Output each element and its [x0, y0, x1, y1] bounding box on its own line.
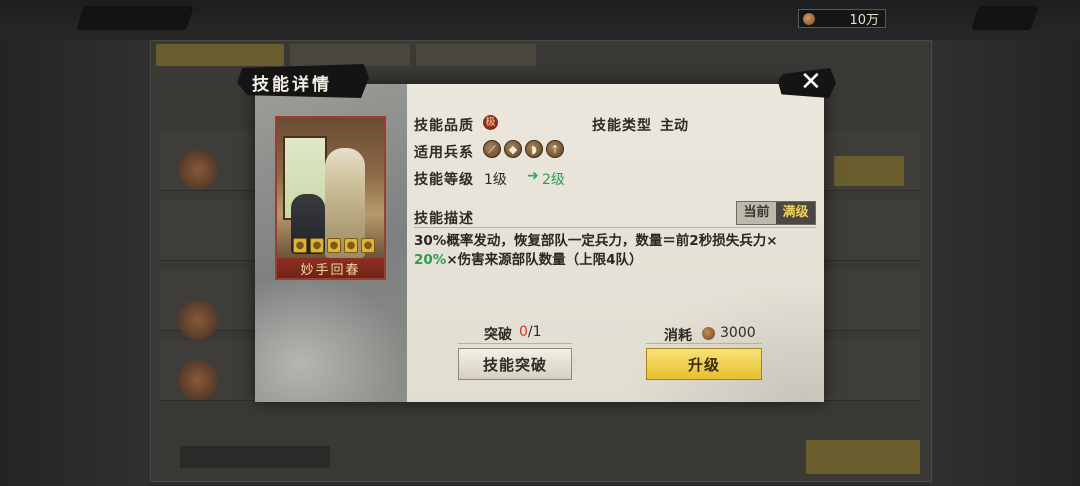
lock-icon: ● — [310, 238, 324, 253]
toggle-max-level[interactable]: 满级 — [776, 202, 815, 224]
breakthrough-underline — [458, 343, 572, 344]
card-illustration — [277, 118, 384, 278]
lock-icon: ● — [344, 238, 358, 253]
skill-breakthrough-button[interactable]: 技能突破 — [458, 348, 572, 380]
troops-label: 适用兵系 — [414, 145, 474, 161]
background-back-button[interactable] — [76, 6, 194, 30]
background-tab[interactable] — [156, 44, 284, 66]
cost-value: 3000 — [720, 325, 756, 341]
toggle-current[interactable]: 当前 — [737, 202, 776, 224]
background-top-right-button[interactable] — [971, 6, 1039, 30]
quality-badge: 极 — [483, 115, 498, 130]
background-tab[interactable] — [416, 44, 536, 66]
background-action-button[interactable] — [806, 440, 920, 474]
mist-decoration — [255, 272, 407, 402]
ink-decoration — [624, 282, 824, 402]
type-label: 技能类型 — [592, 118, 652, 134]
quality-label: 技能品质 — [414, 118, 474, 134]
level-next: 2级 — [542, 172, 565, 188]
type-value: 主动 — [660, 118, 688, 134]
background-bottom-bar — [180, 446, 330, 468]
description-divider — [414, 227, 816, 228]
spear-icon: ↑ — [546, 140, 564, 158]
description-label: 技能描述 — [414, 211, 474, 227]
breakthrough-total: /1 — [527, 324, 542, 340]
background-skill-icon — [178, 300, 218, 340]
background-skill-icon — [178, 360, 218, 400]
modal-title: 技能详情 — [252, 75, 332, 95]
upgrade-button[interactable]: 升级 — [646, 348, 762, 380]
description-line-2: 20%×伤害来源部队数量（上限4队） — [414, 251, 814, 270]
coin-icon — [702, 327, 715, 340]
close-icon[interactable]: ✕ — [800, 67, 822, 97]
lock-icon: ● — [361, 238, 375, 253]
background-skill-icon — [178, 150, 218, 190]
background-tab[interactable] — [290, 44, 410, 66]
cavalry-icon: ⟋ — [483, 140, 501, 158]
currency-display: 10万 — [798, 9, 886, 28]
skill-card — [275, 116, 386, 280]
shield-icon: ◆ — [504, 140, 522, 158]
coin-icon — [803, 13, 815, 25]
arrow-right-icon: ➜ — [527, 168, 539, 184]
description-level-toggle: 当前 满级 — [736, 201, 816, 225]
breakthrough-current: 0 — [519, 324, 528, 340]
level-current: 1级 — [484, 172, 507, 188]
card-lock-row: ● ● ● ● ● — [293, 238, 375, 253]
breakthrough-label: 突破 — [484, 327, 512, 343]
background-left-side — [0, 40, 150, 486]
description-line-1: 30%概率发动，恢复部队一定兵力，数量＝前2秒损失兵力× — [414, 233, 778, 249]
cost-underline — [646, 343, 762, 344]
lock-icon: ● — [293, 238, 307, 253]
level-label: 技能等级 — [414, 172, 474, 188]
background-action-button[interactable] — [834, 156, 904, 186]
card-name: 妙手回春 — [300, 263, 361, 278]
skill-description: 30%概率发动，恢复部队一定兵力，数量＝前2秒损失兵力× 20%×伤害来源部队数… — [414, 232, 814, 270]
cost-label: 消耗 — [664, 328, 692, 344]
description-highlight: 20% — [414, 252, 447, 268]
background-right-side — [930, 40, 1080, 486]
currency-amount: 10万 — [849, 13, 879, 28]
description-line-2-rest: ×伤害来源部队数量（上限4队） — [446, 252, 643, 268]
bow-icon: ◗ — [525, 140, 543, 158]
breakthrough-count: 0/1 — [519, 324, 542, 340]
lock-icon: ● — [327, 238, 341, 253]
